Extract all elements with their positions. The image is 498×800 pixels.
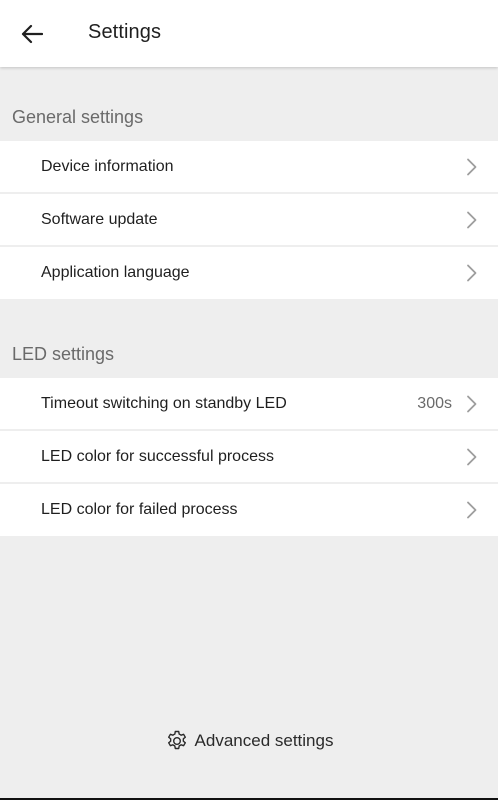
- chevron-right-icon: [467, 448, 477, 465]
- settings-item-label: LED color for successful process: [41, 447, 274, 465]
- settings-item-software-update[interactable]: Software update: [0, 194, 498, 247]
- settings-item-label: LED color for failed process: [41, 501, 238, 518]
- settings-item-application-language[interactable]: Application language: [0, 247, 498, 299]
- settings-item-standby-led-timeout[interactable]: Timeout switching on standby LED 300s: [0, 378, 498, 431]
- settings-item-label: Device information: [41, 157, 174, 175]
- chevron-right-icon: [467, 395, 477, 412]
- chevron-right-icon: [467, 158, 477, 175]
- settings-item-label: Timeout switching on standby LED: [41, 394, 287, 412]
- app-bar: Settings: [0, 0, 498, 67]
- section-header-general: General settings: [12, 107, 144, 127]
- back-button[interactable]: [12, 14, 52, 54]
- chevron-right-icon: [467, 501, 477, 519]
- settings-item-label: Application language: [41, 264, 190, 281]
- advanced-settings-button[interactable]: Advanced settings: [0, 725, 498, 757]
- gear-icon: [167, 730, 186, 750]
- settings-item-led-color-failed[interactable]: LED color for failed process: [0, 484, 498, 536]
- settings-item-value: 300s: [417, 394, 452, 412]
- chevron-right-icon: [467, 264, 477, 282]
- settings-item-device-information[interactable]: Device information: [0, 141, 498, 194]
- arrow-left-icon: [21, 24, 43, 44]
- page-title: Settings: [88, 21, 162, 43]
- chevron-right-icon: [467, 211, 477, 228]
- section-header-led: LED settings: [12, 344, 115, 364]
- settings-item-label: Software update: [41, 210, 158, 228]
- advanced-settings-label: Advanced settings: [194, 731, 334, 750]
- led-settings-group: Timeout switching on standby LED 300s LE…: [0, 378, 498, 536]
- settings-item-led-color-success[interactable]: LED color for successful process: [0, 431, 498, 484]
- general-settings-group: Device information Software update Appli…: [0, 141, 498, 299]
